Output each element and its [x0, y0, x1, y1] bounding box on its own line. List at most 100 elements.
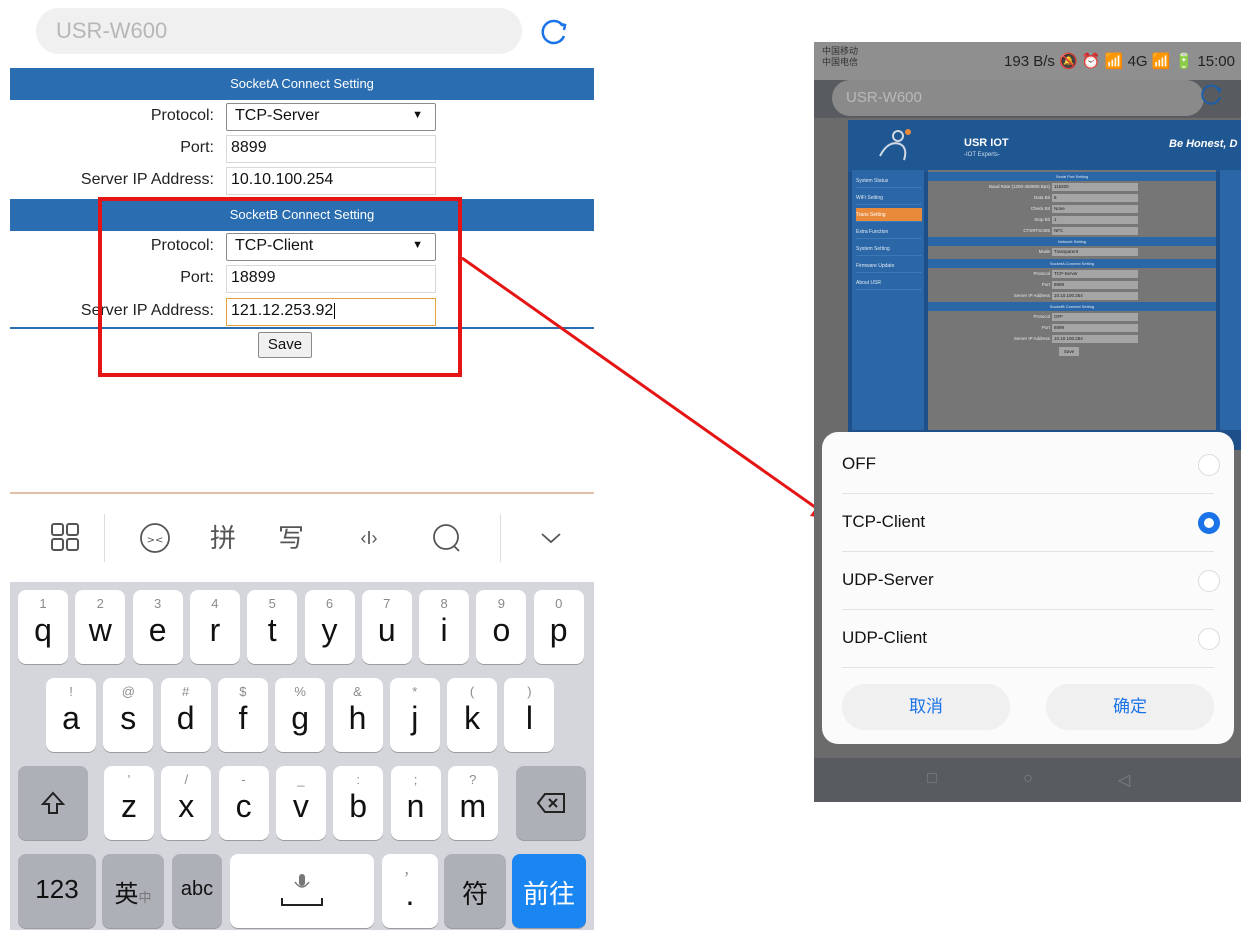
key-e[interactable]: 3e: [132, 590, 183, 664]
protocol-option[interactable]: OFF: [822, 436, 1234, 494]
key-h[interactable]: & h: [332, 678, 383, 752]
site-form-label: Stop Bit: [1034, 217, 1050, 222]
radio-button[interactable]: [1198, 570, 1220, 592]
site-form-field[interactable]: NFC: [1052, 227, 1138, 235]
site-form-field[interactable]: 1: [1052, 216, 1138, 224]
site-form-field[interactable]: Transparent: [1052, 248, 1138, 256]
address-text[interactable]: USR-W600: [56, 18, 167, 44]
site-nav-item[interactable]: Extra Function: [856, 225, 922, 239]
pinyin-icon[interactable]: 拼: [198, 516, 248, 560]
socketa-port-input[interactable]: 8899: [226, 135, 436, 163]
confirm-button[interactable]: 确定: [1046, 684, 1214, 730]
key-k[interactable]: (k: [447, 678, 498, 752]
site-form-field[interactable]: 8: [1052, 194, 1138, 202]
key-x[interactable]: / x: [161, 766, 212, 840]
site-nav-item[interactable]: Trans Setting: [856, 208, 922, 222]
svg-text:><: ><: [147, 535, 164, 546]
recent-apps-icon[interactable]: □: [922, 770, 942, 790]
back-icon[interactable]: ◁: [1114, 770, 1134, 790]
cancel-button[interactable]: 取消: [842, 684, 1010, 730]
protocol-option[interactable]: UDP-Server: [822, 552, 1234, 610]
key-m[interactable]: ? m: [447, 766, 498, 840]
site-form-field[interactable]: 10.10.100.254: [1052, 292, 1138, 300]
space-key[interactable]: [230, 854, 374, 928]
key-r[interactable]: 4r: [189, 590, 240, 664]
key-d[interactable]: # d: [160, 678, 211, 752]
key-label: y: [321, 612, 338, 648]
site-form-field[interactable]: 8899: [1052, 324, 1138, 332]
protocol-option[interactable]: TCP-Client: [822, 494, 1234, 552]
address-text[interactable]: USR-W600: [846, 89, 922, 106]
key-f[interactable]: $ f: [217, 678, 268, 752]
handwrite-icon[interactable]: 写: [266, 516, 316, 560]
key-hint: 5: [268, 596, 276, 611]
reload-icon[interactable]: [1198, 82, 1224, 108]
site-form-field[interactable]: None: [1052, 205, 1138, 213]
key-j[interactable]: * j: [389, 678, 440, 752]
site-nav-item[interactable]: WiFi Setting: [856, 191, 922, 205]
site-slogan: Be Honest, D: [1169, 138, 1238, 150]
radio-button[interactable]: [1198, 454, 1220, 476]
radio-button[interactable]: [1198, 628, 1220, 650]
key-q[interactable]: 1q: [18, 590, 68, 664]
home-icon[interactable]: ○: [1018, 770, 1038, 790]
key-hint: /: [184, 772, 189, 787]
key-o[interactable]: 9o: [476, 590, 527, 664]
site-nav-item[interactable]: Firmware Update: [856, 259, 922, 273]
site-form-field[interactable]: OFF: [1052, 313, 1138, 321]
key-i[interactable]: 8i: [419, 590, 470, 664]
socketa-protocol-select[interactable]: TCP-Server ▼: [226, 103, 436, 131]
key-w[interactable]: 2w: [75, 590, 126, 664]
key-v[interactable]: _ v: [275, 766, 326, 840]
site-nav-item[interactable]: System Setting: [856, 242, 922, 256]
radio-button[interactable]: [1198, 512, 1220, 534]
chevron-down-icon[interactable]: [526, 516, 576, 560]
key-b[interactable]: :b: [333, 766, 384, 840]
site-nav-item[interactable]: System Status: [856, 174, 922, 188]
site-form-field[interactable]: 115200: [1052, 183, 1138, 191]
symbol-key[interactable]: 符: [444, 854, 506, 928]
emoji-icon[interactable]: ><: [130, 516, 180, 560]
key-l[interactable]: ) l: [504, 678, 555, 752]
key-p[interactable]: 0p: [533, 590, 584, 664]
key-u[interactable]: 7u: [361, 590, 412, 664]
key-z[interactable]: ' z: [104, 766, 154, 840]
key-hint: 2: [96, 596, 104, 611]
key-t[interactable]: 5t: [247, 590, 298, 664]
site-form-label: Port: [1041, 282, 1050, 287]
grid-menu-icon[interactable]: [40, 516, 90, 560]
punctuation-key[interactable]: ， .: [382, 854, 438, 928]
backspace-key[interactable]: [516, 766, 586, 840]
protocol-option-label: UDP-Client: [842, 628, 928, 647]
key-a[interactable]: ! a: [46, 678, 96, 752]
search-icon[interactable]: [422, 516, 472, 560]
site-form-field[interactable]: TCP-Server: [1052, 270, 1138, 278]
shift-key[interactable]: [18, 766, 88, 840]
protocol-option-label: OFF: [842, 454, 876, 473]
key-s[interactable]: @ s: [103, 678, 154, 752]
cursor-move-icon[interactable]: ‹I›: [344, 516, 394, 560]
reload-icon[interactable]: [536, 16, 570, 50]
socketa-ip-input[interactable]: 10.10.100.254: [226, 167, 436, 195]
go-key[interactable]: 前往: [512, 854, 586, 928]
carrier-2: 中国电信: [822, 57, 859, 67]
key-c[interactable]: -c: [218, 766, 269, 840]
language-switch-key[interactable]: 英中: [102, 854, 164, 928]
socketa-ip-label: Server IP Address:: [80, 171, 214, 188]
key-hint: 3: [153, 596, 162, 611]
site-form-row: Protocol TCP-Server: [928, 269, 1216, 279]
key-label: q: [34, 612, 52, 648]
site-nav-item[interactable]: About USR: [856, 276, 922, 290]
system-nav-bar: □ ○ ◁: [814, 758, 1241, 802]
key-y[interactable]: 6y: [304, 590, 355, 664]
site-save-button[interactable]: Save: [1059, 347, 1079, 356]
number-mode-key[interactable]: 123: [18, 854, 96, 928]
site-form-field[interactable]: 10.10.100.254: [1052, 335, 1138, 343]
abc-key[interactable]: abc: [172, 854, 222, 928]
site-form-field[interactable]: 8899: [1052, 281, 1138, 289]
key-n[interactable]: ; n: [390, 766, 441, 840]
protocol-option[interactable]: UDP-Client: [822, 610, 1234, 668]
chevron-down-icon: ▼: [412, 109, 423, 121]
key-g[interactable]: % g: [275, 678, 326, 752]
site-form-label: Server IP Address: [1013, 293, 1050, 298]
